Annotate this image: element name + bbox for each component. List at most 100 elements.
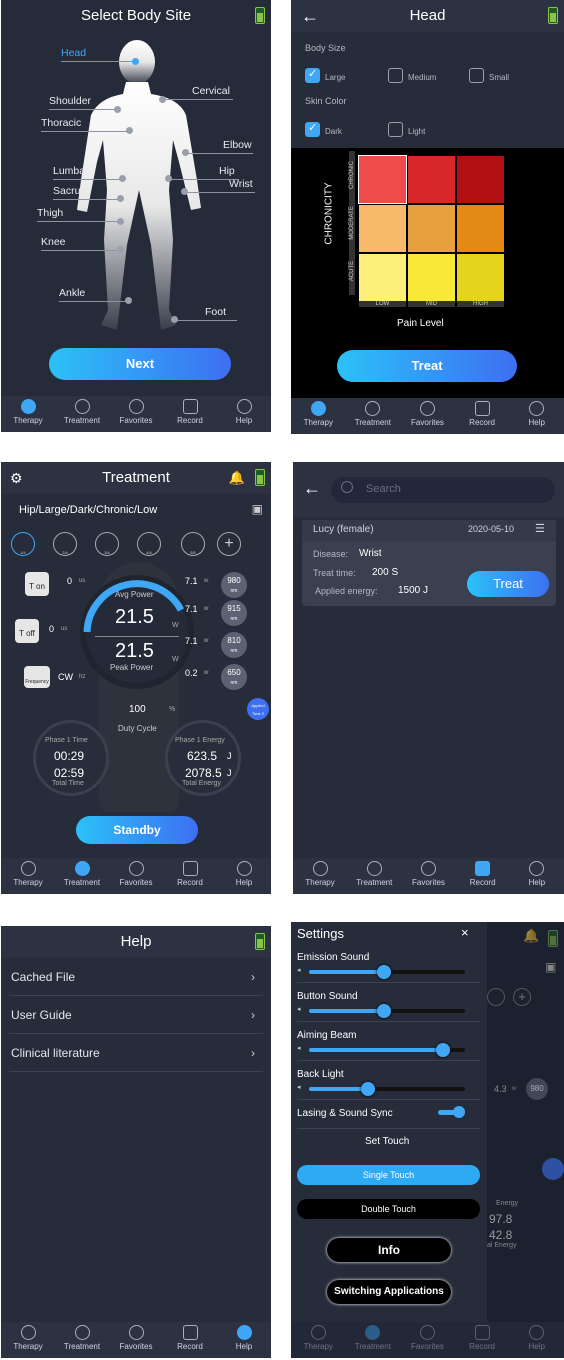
next-button[interactable]: Next: [49, 348, 231, 380]
double-touch-button[interactable]: Double Touch: [297, 1199, 480, 1219]
help-item-cached-file[interactable]: Cached File ›: [9, 958, 263, 996]
site-thigh[interactable]: Thigh: [37, 207, 63, 219]
matrix-cell[interactable]: [408, 205, 455, 252]
t-on-icon[interactable]: T on: [25, 572, 49, 596]
site-ankle[interactable]: Ankle: [59, 287, 85, 299]
tab-therapy[interactable]: Therapy: [1, 1325, 55, 1351]
tab-therapy[interactable]: Therapy: [1, 399, 55, 425]
tab-favorites[interactable]: Favorites: [109, 1325, 163, 1351]
frequency-icon[interactable]: Frequency: [24, 666, 50, 688]
gear-icon[interactable]: ⚙: [10, 462, 23, 494]
standby-button[interactable]: Standby: [76, 816, 198, 844]
site-wrist[interactable]: Wrist: [229, 178, 253, 190]
tab-therapy[interactable]: Therapy: [291, 401, 345, 427]
site-foot[interactable]: Foot: [205, 306, 226, 318]
site-dot-cervical[interactable]: [159, 96, 166, 103]
matrix-cell[interactable]: [359, 254, 406, 301]
wavelength-badge[interactable]: 915 nm: [221, 600, 247, 626]
checkbox-dark[interactable]: [305, 121, 320, 137]
waveform-button[interactable]: 5/5: [181, 532, 205, 556]
waveform-button[interactable]: 3/4: [95, 532, 119, 556]
tab-help[interactable]: Help: [510, 401, 564, 427]
waveform-button[interactable]: 4/4: [137, 532, 161, 556]
site-dot-thoracic[interactable]: [126, 127, 133, 134]
site-cervical[interactable]: Cervical: [192, 85, 230, 97]
tab-treatment[interactable]: Treatment: [55, 399, 109, 425]
sync-toggle[interactable]: [438, 1106, 465, 1118]
help-item-clinical-literature[interactable]: Clinical literature ›: [9, 1034, 263, 1072]
checkbox-small[interactable]: [469, 68, 484, 83]
tab-record[interactable]: Record: [163, 399, 217, 425]
tab-treatment[interactable]: Treatment: [55, 861, 109, 887]
site-dot-shoulder[interactable]: [114, 106, 121, 113]
tab-help[interactable]: Help: [510, 861, 564, 887]
info-button[interactable]: Info: [327, 1238, 451, 1262]
tab-record[interactable]: Record: [163, 861, 217, 887]
tab-help[interactable]: Help: [217, 1325, 271, 1351]
tab-treatment[interactable]: Treatment: [346, 1325, 400, 1351]
tab-treatment[interactable]: Treatment: [346, 401, 400, 427]
tab-favorites[interactable]: Favorites: [109, 861, 163, 887]
search-input[interactable]: Search: [331, 477, 555, 503]
site-head[interactable]: Head: [61, 47, 86, 59]
back-arrow-icon[interactable]: ←: [303, 478, 321, 499]
volume-slider[interactable]: [309, 1082, 465, 1096]
add-wave-button[interactable]: +: [217, 532, 241, 556]
matrix-cell[interactable]: [408, 254, 455, 301]
tab-favorites[interactable]: Favorites: [401, 861, 455, 887]
treat-button[interactable]: Treat: [337, 350, 517, 382]
matrix-cell[interactable]: [457, 156, 504, 203]
site-shoulder[interactable]: Shoulder: [49, 95, 91, 107]
matrix-cell[interactable]: [457, 205, 504, 252]
tab-record[interactable]: Record: [455, 1325, 509, 1351]
slider-knob[interactable]: [376, 965, 391, 979]
checkbox-large[interactable]: [305, 67, 320, 83]
volume-slider[interactable]: [309, 1004, 465, 1018]
site-dot-foot[interactable]: [171, 316, 178, 323]
tab-favorites[interactable]: Favorites: [400, 1325, 454, 1351]
tab-therapy[interactable]: Therapy: [291, 1325, 345, 1351]
slider-knob[interactable]: [376, 1004, 391, 1018]
tab-help[interactable]: Help: [510, 1325, 564, 1351]
site-dot-sacrum[interactable]: [117, 195, 124, 202]
site-hip[interactable]: Hip: [219, 165, 235, 177]
treat-button[interactable]: Treat: [467, 571, 549, 597]
site-dot-knee[interactable]: [117, 246, 124, 253]
switching-applications-button[interactable]: Switching Applications: [327, 1280, 451, 1304]
waveform-button[interactable]: 2/4: [53, 532, 77, 556]
site-dot-thigh[interactable]: [117, 218, 124, 225]
site-knee[interactable]: Knee: [41, 236, 66, 248]
waveform-button[interactable]: 1/4: [11, 532, 35, 556]
tab-favorites[interactable]: Favorites: [109, 399, 163, 425]
tab-help[interactable]: Help: [217, 861, 271, 887]
help-item-user-guide[interactable]: User Guide ›: [9, 996, 263, 1034]
site-dot-elbow[interactable]: [182, 149, 189, 156]
t-off-icon[interactable]: T off: [15, 619, 39, 643]
tab-treatment[interactable]: Treatment: [347, 861, 401, 887]
bell-icon[interactable]: 🔔: [229, 462, 245, 494]
matrix-cell[interactable]: [457, 254, 504, 301]
site-dot-hip[interactable]: [165, 175, 172, 182]
site-dot-wrist[interactable]: [181, 188, 188, 195]
tab-record[interactable]: Record: [163, 1325, 217, 1351]
tab-favorites[interactable]: Favorites: [400, 401, 454, 427]
menu-icon[interactable]: ☰: [535, 522, 545, 535]
site-dot-ankle[interactable]: [125, 297, 132, 304]
single-touch-button[interactable]: Single Touch: [297, 1165, 480, 1185]
close-icon[interactable]: ×: [461, 925, 469, 940]
tab-treatment[interactable]: Treatment: [55, 1325, 109, 1351]
wavelength-badge[interactable]: 980 nm: [221, 572, 247, 598]
volume-slider[interactable]: [309, 965, 465, 979]
volume-slider[interactable]: [309, 1043, 465, 1057]
tab-record[interactable]: Record: [456, 861, 510, 887]
matrix-cell[interactable]: [408, 156, 455, 203]
site-dot-head[interactable]: [132, 58, 139, 65]
site-elbow[interactable]: Elbow: [223, 139, 252, 151]
tab-help[interactable]: Help: [217, 399, 271, 425]
save-icon[interactable]: ▣: [252, 502, 263, 516]
matrix-cell[interactable]: [358, 155, 407, 204]
back-arrow-icon[interactable]: ←: [301, 0, 319, 32]
wavelength-badge[interactable]: 810 nm: [221, 632, 247, 658]
checkbox-light[interactable]: [388, 122, 403, 137]
checkbox-medium[interactable]: [388, 68, 403, 83]
